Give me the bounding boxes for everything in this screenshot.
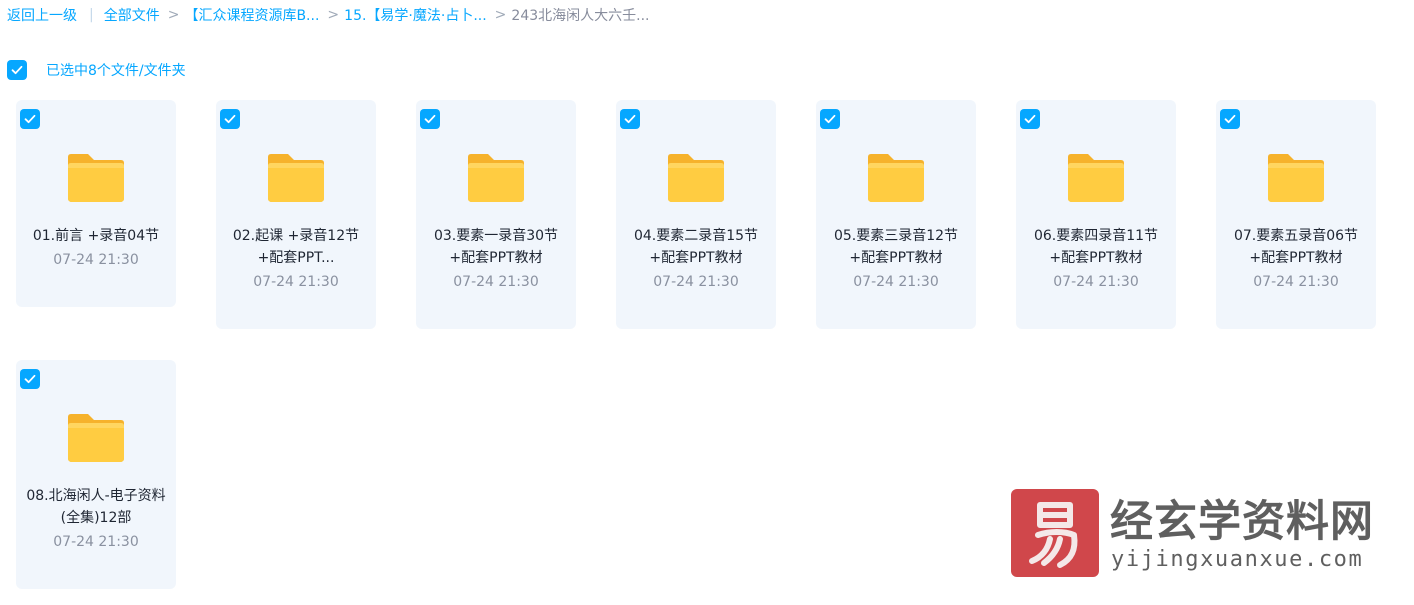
breadcrumb-divider: | bbox=[89, 7, 94, 23]
folder-icon bbox=[68, 414, 124, 462]
select-all-checkbox[interactable] bbox=[7, 60, 27, 80]
folder-modified-time: 07-24 21:30 bbox=[1253, 274, 1339, 290]
seal-character-icon bbox=[1029, 502, 1078, 568]
folder-modified-time: 07-24 21:30 bbox=[1053, 274, 1139, 290]
folder-icon bbox=[1268, 154, 1324, 202]
folder-card[interactable]: 08.北海闲人-电子资料(全集)12部 07-24 21:30 bbox=[16, 360, 176, 589]
checkmark-icon bbox=[424, 114, 436, 124]
folder-icon bbox=[268, 154, 324, 202]
checkmark-icon bbox=[224, 114, 236, 124]
folder-card[interactable]: 01.前言 +录音04节 07-24 21:30 bbox=[16, 100, 176, 307]
folder-card[interactable]: 04.要素二录音15节+配套PPT教材 07-24 21:30 bbox=[616, 100, 776, 329]
folder-checkbox[interactable] bbox=[1220, 109, 1240, 129]
folder-icon bbox=[468, 154, 524, 202]
breadcrumb-separator: > bbox=[494, 7, 507, 23]
checkmark-icon bbox=[824, 114, 836, 124]
folder-icon bbox=[1068, 154, 1124, 202]
folder-modified-time: 07-24 21:30 bbox=[653, 274, 739, 290]
folder-name[interactable]: 08.北海闲人-电子资料(全集)12部 bbox=[24, 485, 168, 529]
breadcrumb-item-resource-library[interactable]: 【汇众课程资源库B... bbox=[184, 5, 319, 25]
checkmark-icon bbox=[1224, 114, 1236, 124]
watermark-logo: 经玄学资料网 yijingxuanxue.com bbox=[1010, 487, 1400, 579]
breadcrumb-item-category[interactable]: 15.【易学·魔法·占卜... bbox=[344, 5, 487, 25]
back-link[interactable]: 返回上一级 bbox=[7, 5, 77, 25]
checkmark-icon bbox=[11, 65, 23, 75]
folder-checkbox[interactable] bbox=[20, 109, 40, 129]
folder-modified-time: 07-24 21:30 bbox=[253, 274, 339, 290]
folder-card[interactable]: 07.要素五录音06节+配套PPT教材 07-24 21:30 bbox=[1216, 100, 1376, 329]
breadcrumb-separator: > bbox=[327, 7, 340, 23]
folder-modified-time: 07-24 21:30 bbox=[53, 252, 139, 268]
folder-checkbox[interactable] bbox=[220, 109, 240, 129]
breadcrumb-item-all-files[interactable]: 全部文件 bbox=[104, 5, 160, 25]
folder-card[interactable]: 05.要素三录音12节+配套PPT教材 07-24 21:30 bbox=[816, 100, 976, 329]
folder-name[interactable]: 07.要素五录音06节+配套PPT教材 bbox=[1224, 225, 1368, 269]
watermark-title: 经玄学资料网 bbox=[1110, 497, 1374, 547]
folder-checkbox[interactable] bbox=[1020, 109, 1040, 129]
folder-name[interactable]: 01.前言 +录音04节 bbox=[24, 225, 168, 247]
folder-modified-time: 07-24 21:30 bbox=[453, 274, 539, 290]
folder-icon bbox=[868, 154, 924, 202]
breadcrumb: 返回上一级 | 全部文件 > 【汇众课程资源库B... > 15.【易学·魔法·… bbox=[7, 5, 649, 25]
selection-count-label: 已选中8个文件/文件夹 bbox=[46, 63, 186, 79]
folder-icon bbox=[668, 154, 724, 202]
folder-name[interactable]: 02.起课 +录音12节+配套PPT... bbox=[224, 225, 368, 269]
breadcrumb-separator: > bbox=[167, 7, 180, 23]
folder-card[interactable]: 02.起课 +录音12节+配套PPT... 07-24 21:30 bbox=[216, 100, 376, 329]
folder-checkbox[interactable] bbox=[20, 369, 40, 389]
watermark-url: yijingxuanxue.com bbox=[1111, 547, 1364, 572]
folder-name[interactable]: 06.要素四录音11节+配套PPT教材 bbox=[1024, 225, 1168, 269]
folder-name[interactable]: 03.要素一录音30节+配套PPT教材 bbox=[424, 225, 568, 269]
folder-name[interactable]: 04.要素二录音15节+配套PPT教材 bbox=[624, 225, 768, 269]
folder-card[interactable]: 03.要素一录音30节+配套PPT教材 07-24 21:30 bbox=[416, 100, 576, 329]
folder-card[interactable]: 06.要素四录音11节+配套PPT教材 07-24 21:30 bbox=[1016, 100, 1176, 329]
folder-checkbox[interactable] bbox=[620, 109, 640, 129]
folder-checkbox[interactable] bbox=[820, 109, 840, 129]
seal-logo-icon bbox=[1011, 489, 1099, 577]
folder-icon bbox=[68, 154, 124, 202]
checkmark-icon bbox=[24, 374, 36, 384]
checkmark-icon bbox=[1024, 114, 1036, 124]
folder-modified-time: 07-24 21:30 bbox=[853, 274, 939, 290]
checkmark-icon bbox=[24, 114, 36, 124]
checkmark-icon bbox=[624, 114, 636, 124]
folder-modified-time: 07-24 21:30 bbox=[53, 534, 139, 550]
selection-bar: 已选中8个文件/文件夹 bbox=[7, 60, 186, 80]
breadcrumb-item-current: 243北海闲人大六壬... bbox=[511, 8, 650, 24]
folder-name[interactable]: 05.要素三录音12节+配套PPT教材 bbox=[824, 225, 968, 269]
folder-checkbox[interactable] bbox=[420, 109, 440, 129]
